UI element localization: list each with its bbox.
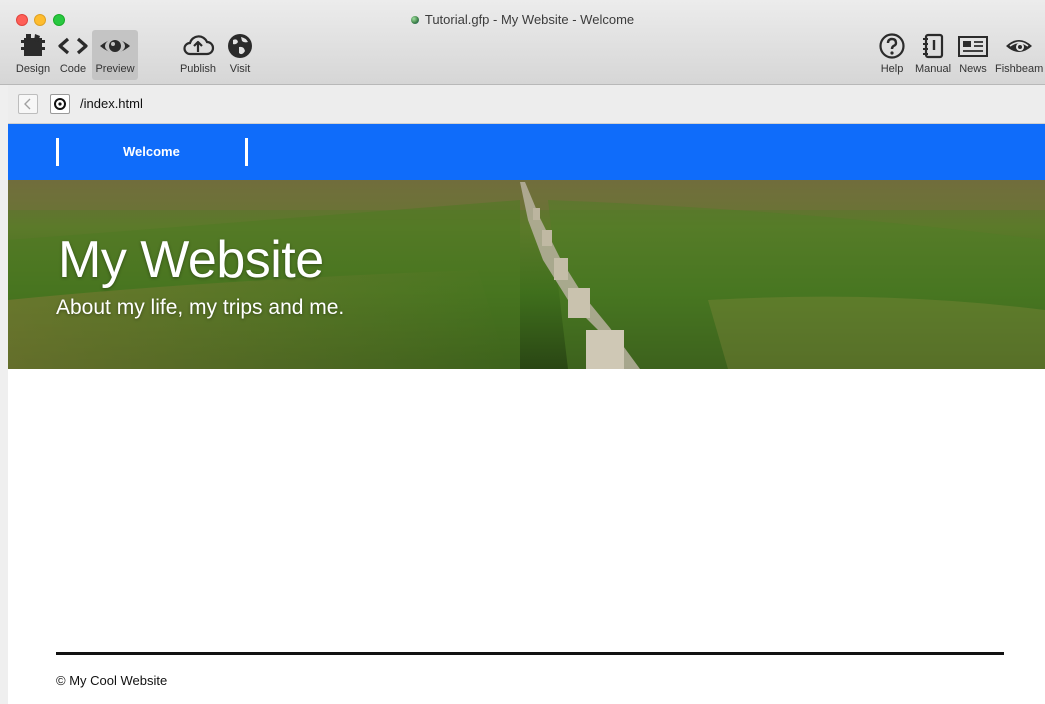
publish-button[interactable]: Publish (178, 32, 218, 80)
visit-button[interactable]: Visit (225, 32, 255, 80)
page-options-button[interactable] (50, 94, 70, 114)
fishbeam-button[interactable]: Fishbeam (995, 32, 1043, 80)
page-target-icon (54, 98, 66, 110)
help-label: Help (880, 63, 904, 75)
page-path[interactable]: /index.html (80, 96, 143, 111)
globe-icon (228, 34, 252, 58)
news-button[interactable]: News (956, 32, 990, 80)
window-title: Tutorial.gfp - My Website - Welcome (0, 12, 1045, 27)
address-bar: /index.html (8, 85, 1045, 124)
code-icon (58, 37, 88, 55)
publish-label: Publish (179, 63, 217, 75)
fishbeam-label: Fishbeam (995, 63, 1044, 75)
code-label: Code (59, 63, 87, 75)
design-icon (21, 34, 45, 56)
preview-button[interactable]: Preview (92, 30, 138, 80)
window-edge (0, 0, 8, 704)
hero-subtitle: About my life, my trips and me. (56, 296, 345, 319)
document-icon (410, 15, 419, 24)
manual-icon (923, 33, 944, 59)
footer-divider (56, 652, 1004, 655)
site-navbar: Welcome (8, 124, 1045, 180)
hero-title: My Website (58, 231, 324, 289)
window-toolbar: Tutorial.gfp - My Website - Welcome Desi… (0, 0, 1045, 85)
code-button[interactable]: Code (57, 32, 89, 80)
chevron-left-icon (24, 98, 31, 110)
help-icon (879, 33, 905, 59)
eye-icon (100, 39, 130, 53)
nav-item-welcome[interactable]: Welcome (123, 144, 180, 159)
hero-banner: My Website About my life, my trips and m… (8, 180, 1045, 369)
fishbeam-icon (1006, 40, 1032, 52)
footer-copyright: © My Cool Website (56, 673, 168, 688)
back-button[interactable] (18, 94, 38, 114)
help-button[interactable]: Help (876, 32, 908, 80)
design-button[interactable]: Design (14, 32, 52, 80)
manual-button[interactable]: Manual (914, 32, 952, 80)
cloud-upload-icon (183, 35, 215, 56)
nav-divider-left (56, 138, 59, 166)
nav-divider-right (245, 138, 248, 166)
newspaper-icon (958, 36, 988, 57)
preview-label: Preview (95, 63, 135, 75)
design-label: Design (15, 63, 51, 75)
window-title-text: Tutorial.gfp - My Website - Welcome (424, 12, 635, 27)
manual-label: Manual (914, 63, 952, 75)
visit-label: Visit (229, 63, 251, 75)
news-label: News (959, 63, 987, 75)
